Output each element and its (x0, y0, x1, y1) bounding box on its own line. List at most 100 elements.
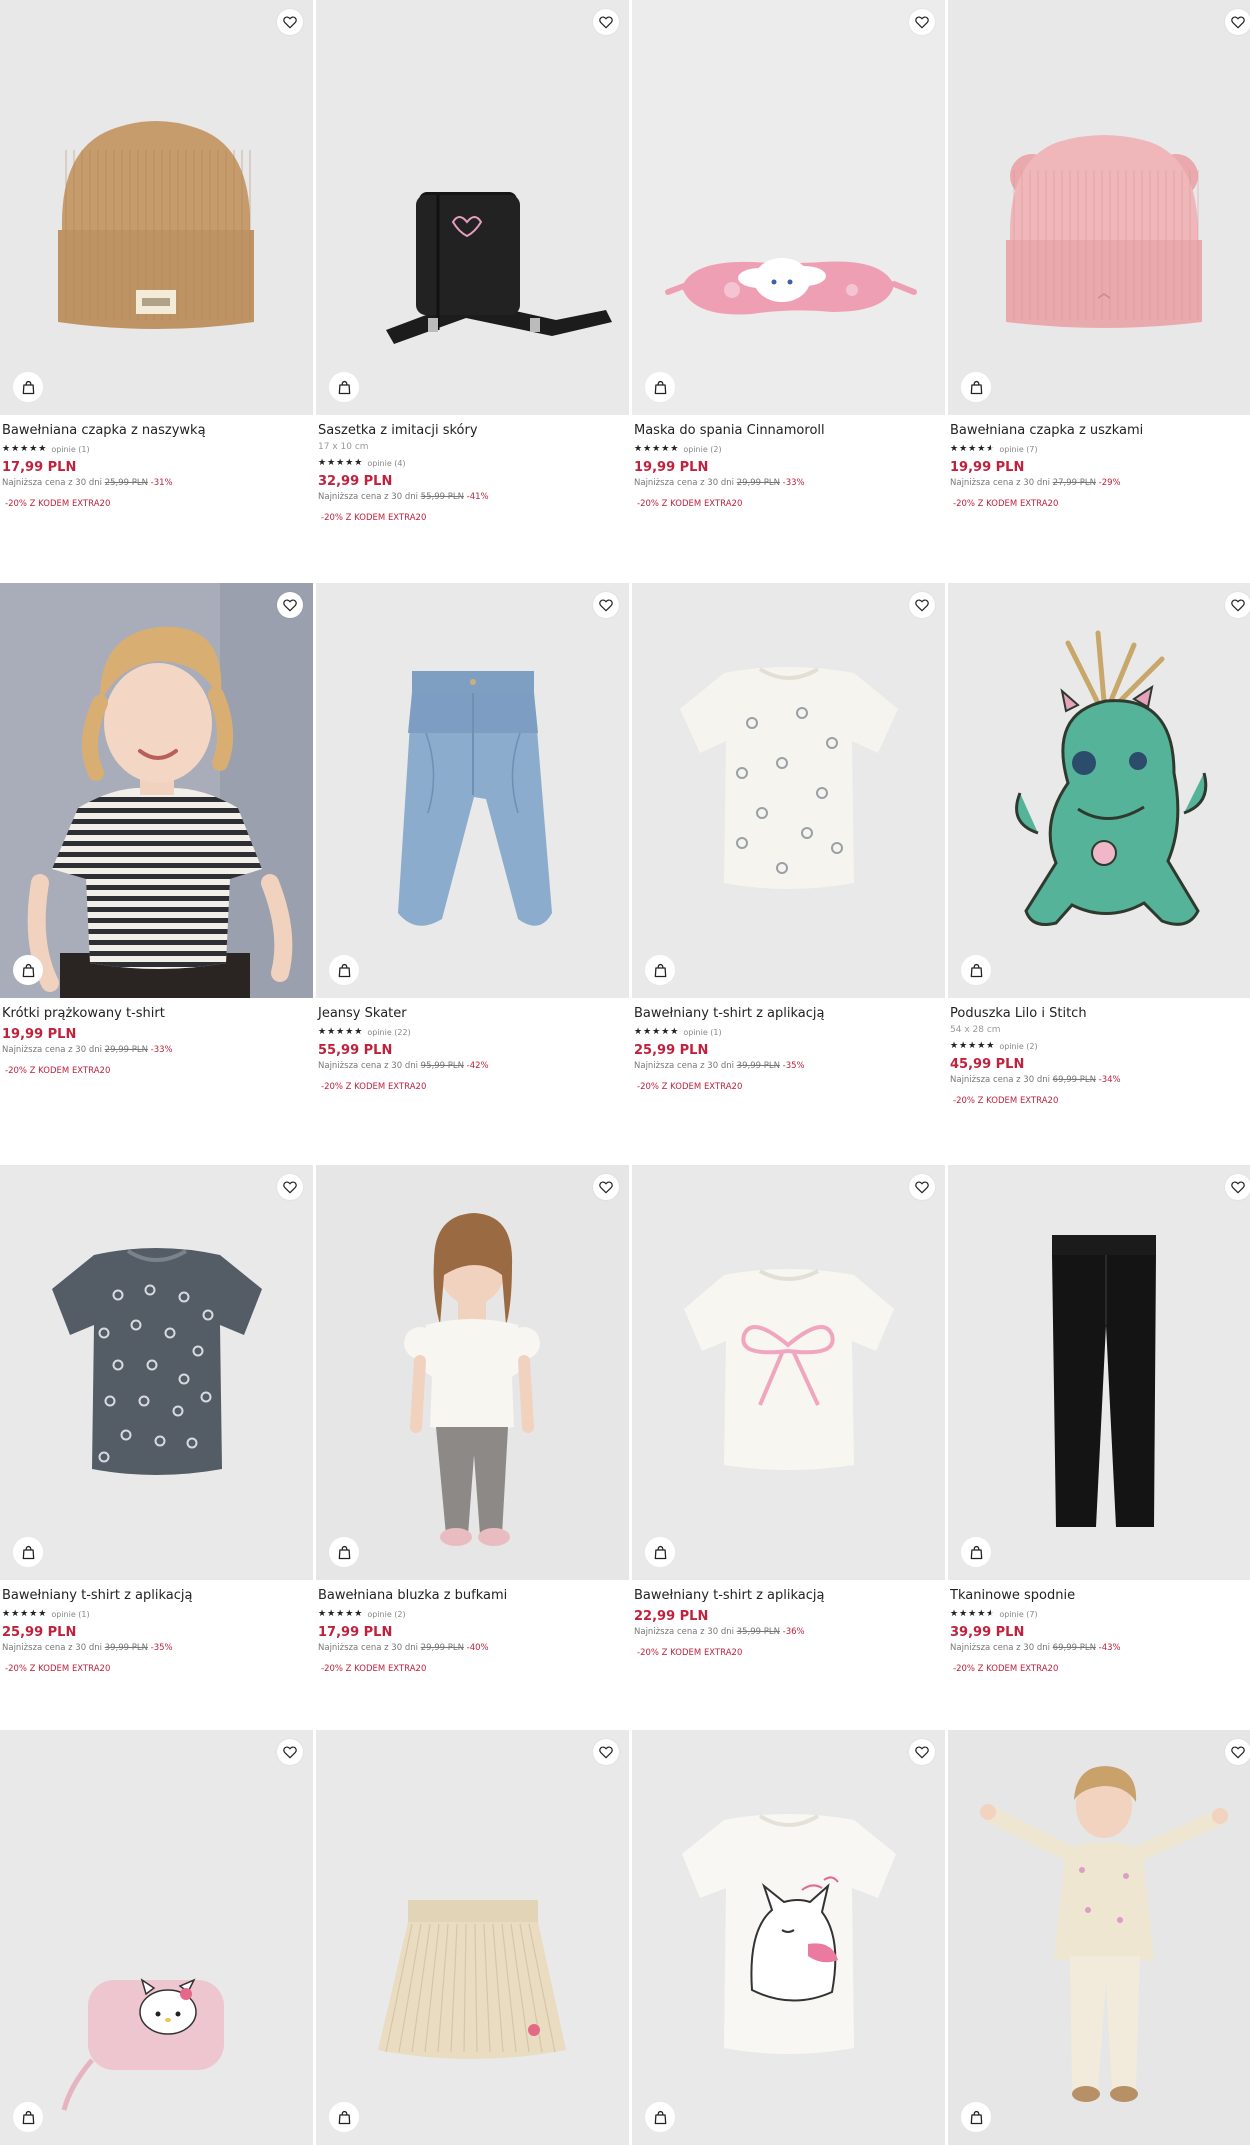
product-rating: ★★★★★★★★★★ opinie (7) (950, 1607, 1250, 1621)
product-image[interactable] (0, 1165, 313, 1580)
wishlist-button[interactable] (1225, 1174, 1250, 1200)
product-image[interactable] (948, 0, 1250, 415)
product-name[interactable]: Bawełniana czapka z uszkami (950, 422, 1250, 440)
product-name[interactable]: Poduszka Lilo i Stitch (950, 1005, 1250, 1023)
wishlist-button[interactable] (909, 9, 935, 35)
review-count[interactable]: opinie (1) (51, 445, 89, 454)
add-to-cart-button[interactable] (329, 2102, 359, 2132)
product-image[interactable] (948, 1730, 1250, 2145)
review-count[interactable]: opinie (7) (999, 445, 1037, 454)
review-count[interactable]: opinie (2) (683, 445, 721, 454)
add-to-cart-button[interactable] (961, 955, 991, 985)
product-image[interactable] (316, 0, 629, 415)
product-image[interactable] (0, 583, 313, 998)
product-card[interactable] (632, 1730, 945, 2145)
review-count[interactable]: opinie (1) (51, 1610, 89, 1619)
add-to-cart-button[interactable] (961, 372, 991, 402)
promo-code-text: -20% Z KODEM EXTRA20 (321, 513, 427, 523)
product-image[interactable] (632, 1165, 945, 1580)
product-name[interactable]: Krótki prążkowany t-shirt (2, 1005, 311, 1023)
product-name[interactable]: Tkaninowe spodnie (950, 1587, 1250, 1605)
product-card[interactable]: Bawełniana bluzka z bufkami ★★★★★ ★★★★★ o… (316, 1165, 629, 1676)
discount-percent: -41% (466, 492, 489, 502)
product-image[interactable] (316, 1730, 629, 2145)
product-image[interactable] (948, 1165, 1250, 1580)
heart-icon (598, 1744, 614, 1760)
product-card[interactable]: Bawełniany t-shirt z aplikacją ★★★★★ ★★★★… (632, 583, 945, 1094)
wishlist-button[interactable] (277, 592, 303, 618)
review-count[interactable]: opinie (22) (367, 1028, 410, 1037)
add-to-cart-button[interactable] (961, 1537, 991, 1567)
wishlist-button[interactable] (593, 592, 619, 618)
wishlist-button[interactable] (909, 1174, 935, 1200)
product-name[interactable]: Bawełniany t-shirt z aplikacją (634, 1587, 943, 1605)
product-card[interactable]: Bawełniany t-shirt z aplikacją 22,99 PLN… (632, 1165, 945, 1660)
product-name[interactable]: Bawełniany t-shirt z aplikacją (2, 1587, 311, 1605)
review-count[interactable]: opinie (1) (683, 1028, 721, 1037)
product-card[interactable]: Jeansy Skater ★★★★★ ★★★★★ opinie (22) 55,… (316, 583, 629, 1094)
review-count[interactable]: opinie (2) (367, 1610, 405, 1619)
product-card[interactable]: Bawełniana czapka z naszywką ★★★★★ ★★★★★ … (0, 0, 313, 511)
wishlist-button[interactable] (277, 1739, 303, 1765)
product-name[interactable]: Bawełniana bluzka z bufkami (318, 1587, 627, 1605)
add-to-cart-button[interactable] (961, 2102, 991, 2132)
product-card[interactable]: Krótki prążkowany t-shirt 19,99 PLN Najn… (0, 583, 313, 1078)
product-image[interactable] (0, 0, 313, 415)
review-count[interactable]: opinie (2) (999, 1042, 1037, 1051)
product-card[interactable]: Poduszka Lilo i Stitch 54 x 28 cm ★★★★★ ★… (948, 583, 1250, 1108)
product-card[interactable]: Saszetka z imitacji skóry 17 x 10 cm ★★★… (316, 0, 629, 525)
product-card[interactable]: Bawełniany t-shirt z aplikacją ★★★★★ ★★★★… (0, 1165, 313, 1676)
wishlist-button[interactable] (277, 1174, 303, 1200)
review-count[interactable]: opinie (7) (999, 1610, 1037, 1619)
product-dimensions: 17 x 10 cm (318, 442, 369, 452)
add-to-cart-button[interactable] (13, 2102, 43, 2132)
product-image[interactable] (948, 583, 1250, 998)
wishlist-button[interactable] (909, 592, 935, 618)
product-name[interactable]: Bawełniana czapka z naszywką (2, 422, 311, 440)
wishlist-button[interactable] (593, 9, 619, 35)
product-name[interactable]: Jeansy Skater (318, 1005, 627, 1023)
product-info: Poduszka Lilo i Stitch 54 x 28 cm ★★★★★ ★… (948, 998, 1250, 1108)
shopping-bag-icon (652, 379, 669, 396)
product-card[interactable]: Maska do spania Cinnamoroll ★★★★★ ★★★★★ o… (632, 0, 945, 511)
product-name[interactable]: Maska do spania Cinnamoroll (634, 422, 943, 440)
product-image[interactable] (632, 1730, 945, 2145)
lowest-price-info: Najniższa cena z 30 dni 29,99 PLN -33% (2, 1044, 311, 1057)
wishlist-button[interactable] (1225, 592, 1250, 618)
product-card[interactable] (316, 1730, 629, 2145)
lowest-price-info: Najniższa cena z 30 dni 39,99 PLN -35% (634, 1060, 943, 1073)
wishlist-button[interactable] (593, 1174, 619, 1200)
add-to-cart-button[interactable] (645, 372, 675, 402)
add-to-cart-button[interactable] (329, 1537, 359, 1567)
product-image[interactable] (632, 0, 945, 415)
product-card[interactable] (0, 1730, 313, 2145)
product-card[interactable] (948, 1730, 1250, 2145)
wishlist-button[interactable] (277, 9, 303, 35)
wishlist-button[interactable] (1225, 9, 1250, 35)
add-to-cart-button[interactable] (13, 955, 43, 985)
add-to-cart-button[interactable] (13, 1537, 43, 1567)
product-image[interactable] (632, 583, 945, 998)
product-rating: ★★★★★ ★★★★★ opinie (1) (2, 442, 311, 456)
add-to-cart-button[interactable] (329, 372, 359, 402)
wishlist-button[interactable] (1225, 1739, 1250, 1765)
old-price: 29,99 PLN (104, 1045, 148, 1055)
product-card[interactable]: Tkaninowe spodnie ★★★★★★★★★★ opinie (7) … (948, 1165, 1250, 1676)
add-to-cart-button[interactable] (645, 1537, 675, 1567)
add-to-cart-button[interactable] (13, 372, 43, 402)
product-name[interactable]: Bawełniany t-shirt z aplikacją (634, 1005, 943, 1023)
product-price: 25,99 PLN (2, 1625, 77, 1640)
product-image[interactable] (0, 1730, 313, 2145)
product-image[interactable] (316, 583, 629, 998)
shopping-bag-icon (336, 379, 353, 396)
wishlist-button[interactable] (593, 1739, 619, 1765)
product-card[interactable]: Bawełniana czapka z uszkami ★★★★★★★★★★ o… (948, 0, 1250, 511)
add-to-cart-button[interactable] (645, 2102, 675, 2132)
product-name[interactable]: Saszetka z imitacji skóry (318, 422, 627, 440)
add-to-cart-button[interactable] (645, 955, 675, 985)
review-count[interactable]: opinie (4) (367, 459, 405, 468)
add-to-cart-button[interactable] (329, 955, 359, 985)
product-image[interactable] (316, 1165, 629, 1580)
wishlist-button[interactable] (909, 1739, 935, 1765)
old-price: 27,99 PLN (1052, 478, 1096, 488)
